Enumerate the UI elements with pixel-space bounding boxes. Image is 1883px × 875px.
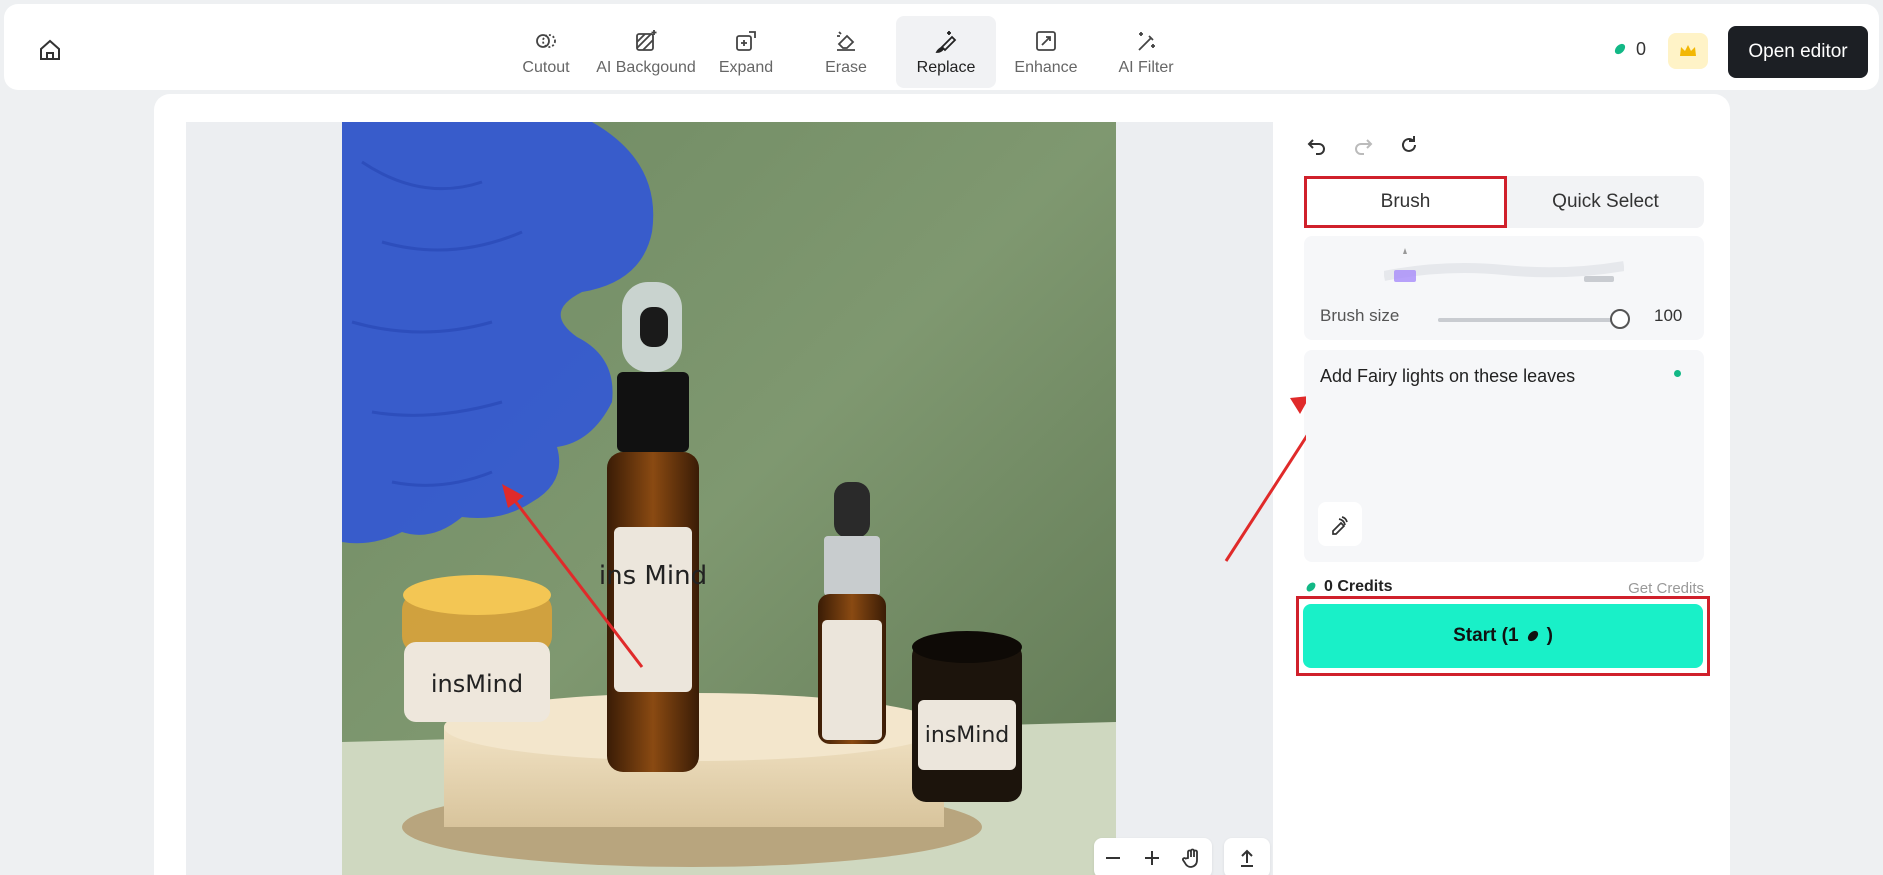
get-credits-link[interactable]: Get Credits	[1628, 580, 1704, 597]
tool-enhance[interactable]: Enhance	[996, 16, 1096, 88]
tab-quick-select[interactable]: Quick Select	[1507, 176, 1704, 228]
undo-icon	[1307, 139, 1325, 155]
tool-label: Cutout	[522, 58, 570, 76]
redo-button[interactable]	[1350, 132, 1376, 158]
product-photo-image: ins Mind insMind insMind	[342, 122, 1116, 875]
cutout-icon	[536, 33, 556, 48]
home-icon	[40, 39, 60, 60]
tool-label: AI Backgound	[596, 58, 696, 76]
crown-icon	[1680, 45, 1696, 56]
credit-gem-icon	[1614, 43, 1626, 55]
status-dot	[1674, 370, 1681, 377]
tool-erase[interactable]: Erase	[796, 16, 896, 88]
right-jar-label: insMind	[925, 723, 1010, 748]
left-jar-label: insMind	[431, 670, 523, 698]
credits-label: 0 Credits	[1324, 578, 1393, 595]
start-suffix: )	[1546, 625, 1553, 646]
workspace-card: ins Mind insMind insMind Brush Quick Sel…	[154, 94, 1730, 875]
tab-brush[interactable]: Brush	[1304, 176, 1507, 228]
credit-balance[interactable]: 0	[1602, 29, 1656, 69]
tool-label: Replace	[916, 58, 976, 76]
plus-icon	[1144, 851, 1159, 865]
tool-label: Enhance	[1014, 58, 1078, 76]
tool-ai-background[interactable]: AI Backgound	[596, 16, 696, 88]
minus-icon	[1106, 857, 1121, 859]
brush-size-thumb[interactable]	[1610, 309, 1630, 329]
brush-size-fill	[1438, 318, 1620, 322]
upload-icon	[1241, 849, 1253, 867]
tool-replace[interactable]: Replace	[896, 16, 996, 88]
prompt-box	[1304, 350, 1704, 562]
brush-size-slider[interactable]	[1438, 309, 1630, 329]
ai-filter-icon	[1138, 31, 1155, 51]
credit-gem-icon	[1527, 630, 1538, 642]
redo-icon	[1355, 139, 1373, 155]
brush-preview	[1384, 248, 1624, 282]
erase-icon	[837, 30, 855, 51]
start-label: Start (1	[1453, 625, 1519, 646]
premium-button[interactable]	[1668, 33, 1708, 69]
ai-prompt-button[interactable]	[1318, 502, 1362, 546]
replace-panel: Brush Quick Select Brush size 100 Add Fa…	[1296, 94, 1710, 875]
ai-background-icon	[636, 29, 657, 51]
replace-icon	[935, 30, 957, 53]
credit-gem-icon	[1306, 582, 1316, 592]
selection-mode-tabs: Brush Quick Select	[1304, 176, 1704, 228]
open-editor-button[interactable]: Open editor	[1728, 26, 1868, 78]
tool-ai-filter[interactable]: AI Filter	[1096, 16, 1196, 88]
brush-settings: Brush size 100	[1304, 236, 1704, 340]
big-bottle-label: ins Mind	[599, 561, 707, 591]
export-button[interactable]	[1224, 838, 1270, 875]
reset-button[interactable]	[1396, 132, 1422, 158]
start-highlight: Start (1 )	[1296, 596, 1710, 676]
start-button[interactable]: Start (1 )	[1303, 604, 1703, 668]
product-photo[interactable]: ins Mind insMind insMind	[342, 122, 1116, 875]
prompt-input[interactable]	[1320, 364, 1660, 504]
magic-pen-icon	[1332, 516, 1348, 535]
undo-button[interactable]	[1304, 132, 1330, 158]
tool-cutout[interactable]: Cutout	[496, 16, 596, 88]
pan-button[interactable]	[1181, 847, 1203, 869]
brush-size-value: 100	[1654, 306, 1683, 325]
tool-list: Cutout AI Backgound Expand Erase Replace…	[496, 16, 1196, 88]
zoom-out-button[interactable]	[1103, 848, 1123, 868]
credit-count: 0	[1636, 38, 1647, 59]
brush-size-label: Brush size	[1320, 306, 1400, 325]
tool-label: Expand	[718, 58, 774, 76]
credits-info: 0 Credits	[1304, 578, 1392, 596]
enhance-icon	[1036, 30, 1056, 51]
refresh-icon	[1402, 136, 1416, 152]
zoom-controls	[1094, 838, 1212, 875]
zoom-in-button[interactable]	[1142, 848, 1162, 868]
expand-icon	[736, 30, 756, 51]
top-toolbar: Cutout AI Backgound Expand Erase Replace…	[4, 4, 1879, 90]
history-controls	[1304, 132, 1422, 158]
tool-label: Erase	[825, 58, 867, 76]
canvas-area: ins Mind insMind insMind	[186, 122, 1273, 875]
tool-label: AI Filter	[1118, 58, 1174, 76]
home-button[interactable]	[34, 34, 66, 66]
tool-expand[interactable]: Expand	[696, 16, 796, 88]
hand-icon	[1181, 848, 1198, 868]
